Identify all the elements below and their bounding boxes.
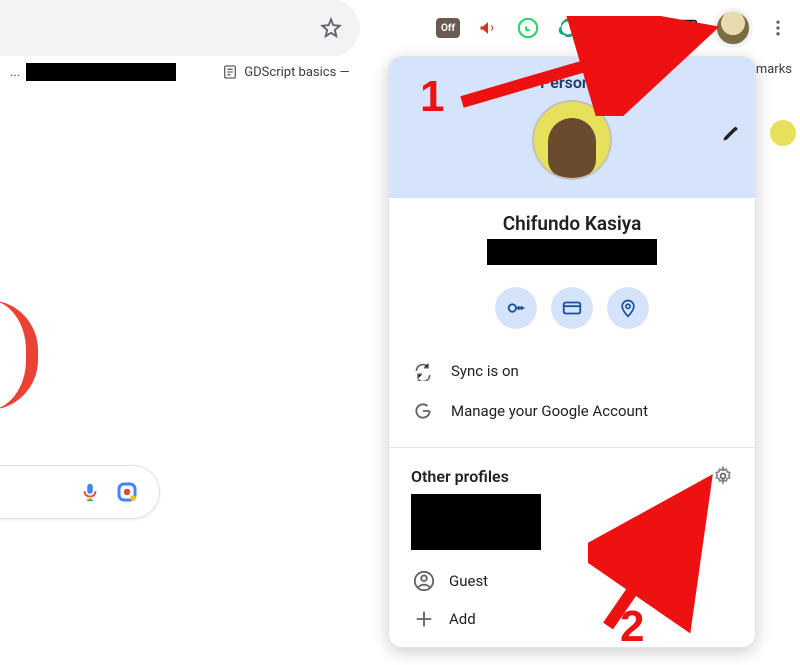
bookmark-item-gdscript[interactable]: GDScript basics — [212,64,359,80]
sync-icon [413,361,433,381]
bookmark-suffix: ... [10,65,20,80]
google-g-icon [413,401,433,421]
guest-label: Guest [449,572,488,590]
edit-profile-button[interactable] [721,123,741,143]
decorative-red-stroke [0,300,38,410]
redacted-profile[interactable] [411,494,541,550]
page-icon [222,64,238,80]
payments-chip[interactable] [551,287,593,329]
sync-row[interactable]: Sync is on [409,351,735,391]
pencil-icon [721,123,741,143]
addresses-chip[interactable] [607,287,649,329]
other-bookmarks-fragment[interactable]: marks [756,56,800,77]
kebab-menu-icon[interactable] [766,16,790,40]
bookmark-star-icon[interactable] [320,17,342,39]
quick-chips-row [389,287,755,329]
annotation-number-1: 1 [420,72,444,122]
annotation-arrow-1 [452,16,732,116]
card-icon [561,297,583,319]
bookmark-label: GDScript basics — [244,65,349,80]
plus-icon [413,608,435,630]
peek-avatar [768,118,798,148]
guest-icon [413,570,435,592]
lens-icon[interactable] [115,480,139,504]
sync-label: Sync is on [451,362,519,380]
add-label: Add [449,610,476,628]
profile-display-name: Chifundo Kasiya [389,212,755,235]
pin-icon [618,297,638,319]
other-profiles-title: Other profiles [411,467,509,486]
manage-account-label: Manage your Google Account [451,402,648,420]
mic-icon[interactable] [79,481,101,503]
profile-menu-list: Sync is on Manage your Google Account [389,333,755,448]
bookmark-item-redacted[interactable]: ... [0,63,186,81]
google-search-capsule[interactable] [0,465,160,519]
omnibox[interactable] [0,0,360,56]
key-icon [505,297,527,319]
manage-account-row[interactable]: Manage your Google Account [409,391,735,431]
passwords-chip[interactable] [495,287,537,329]
annotation-arrow-2 [588,466,748,636]
redacted-email [487,239,657,265]
redacted-text [26,63,176,81]
